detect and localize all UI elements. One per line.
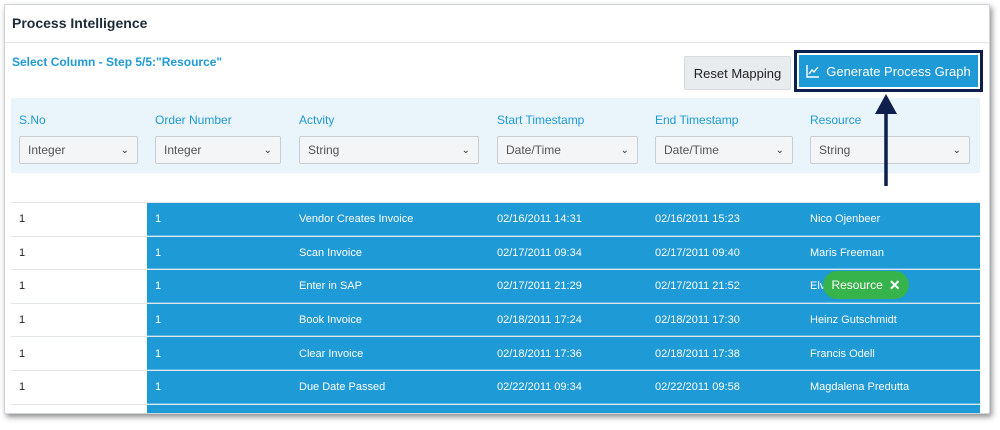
table-row[interactable]	[11, 403, 980, 413]
cell-start-timestamp: 02/17/2011 21:29	[497, 280, 582, 293]
cell-end-timestamp: 02/16/2011 15:23	[655, 213, 740, 226]
type-select-value: Date/Time	[506, 143, 561, 157]
generate-button-label: Generate Process Graph	[826, 63, 971, 79]
selected-row-highlight	[147, 404, 980, 413]
column-header-start-timestamp: Start Timestamp	[497, 113, 585, 127]
data-table: 1 1 Vendor Creates Invoice 02/16/2011 14…	[11, 202, 980, 413]
cell-order-number: 1	[155, 381, 162, 394]
app-title: Process Intelligence	[12, 15, 148, 31]
cell-start-timestamp: 02/18/2011 17:24	[497, 314, 582, 327]
process-intelligence-panel: Process Intelligence Select Column - Ste…	[4, 4, 990, 414]
generate-button-highlight: Generate Process Graph	[794, 50, 983, 92]
type-select-value: String	[308, 143, 340, 157]
type-select-value: Integer	[164, 143, 202, 157]
cell-start-timestamp: 02/17/2011 09:34	[497, 246, 582, 259]
cell-sno: 1	[11, 270, 147, 303]
table-row[interactable]: 1 1 Scan Invoice 02/17/2011 09:34 02/17/…	[11, 235, 980, 270]
type-select-value: String	[819, 143, 851, 157]
cell-end-timestamp: 02/18/2011 17:30	[655, 314, 740, 327]
chevron-down-icon: ⌄	[120, 144, 129, 156]
cell-end-timestamp: 02/22/2011 09:58	[655, 381, 740, 394]
table-row[interactable]: 1 1 Book Invoice 02/18/2011 17:24 02/18/…	[11, 302, 980, 337]
cell-activity: Clear Invoice	[299, 347, 364, 360]
generate-process-graph-button[interactable]: Generate Process Graph	[799, 55, 978, 87]
chevron-down-icon: ⌄	[461, 144, 470, 156]
type-select-value: Integer	[28, 143, 66, 157]
column-header-activity: Actvity	[299, 113, 335, 127]
cell-activity: Due Date Passed	[299, 381, 386, 394]
close-icon[interactable]: ✕	[889, 277, 901, 294]
resource-chip-label: Resource	[831, 278, 883, 292]
resource-chip[interactable]: Resource ✕	[823, 271, 909, 299]
type-select-end-timestamp[interactable]: Date/Time ⌄	[655, 136, 793, 164]
arrow-up-icon	[875, 94, 897, 186]
chevron-down-icon: ⌄	[775, 144, 784, 156]
cell-sno: 1	[11, 337, 147, 370]
cell-order-number: 1	[155, 246, 162, 259]
step-label: Select Column - Step 5/5:"Resource"	[12, 55, 223, 69]
cell-start-timestamp: 02/16/2011 14:31	[497, 213, 582, 226]
type-select-sno[interactable]: Integer ⌄	[19, 136, 138, 164]
column-header-sno: S.No	[19, 113, 46, 127]
cell-sno: 1	[11, 203, 147, 236]
type-select-value: Date/Time	[664, 143, 719, 157]
cell-resource: Maris Freeman	[810, 246, 884, 259]
cell-resource: Heinz Gutschmidt	[810, 314, 897, 327]
type-select-start-timestamp[interactable]: Date/Time ⌄	[497, 136, 638, 164]
cell-sno: 1	[11, 303, 147, 337]
cell-order-number: 1	[155, 314, 162, 327]
chevron-down-icon: ⌄	[620, 144, 629, 156]
line-chart-icon	[806, 65, 820, 78]
cell-sno	[11, 404, 147, 413]
chevron-down-icon: ⌄	[952, 144, 961, 156]
cell-activity: Vendor Creates Invoice	[299, 213, 414, 226]
title-divider	[5, 42, 989, 43]
column-mapping-area: S.No Order Number Actvity Start Timestam…	[11, 98, 980, 173]
type-select-order-number[interactable]: Integer ⌄	[155, 136, 281, 164]
column-header-end-timestamp: End Timestamp	[655, 113, 739, 127]
table-row[interactable]: 1 1 Due Date Passed 02/22/2011 09:34 02/…	[11, 369, 980, 404]
cell-start-timestamp: 02/22/2011 09:34	[497, 381, 582, 394]
type-select-activity[interactable]: String ⌄	[299, 136, 479, 164]
cell-order-number: 1	[155, 213, 162, 226]
table-row[interactable]: 1 1 Vendor Creates Invoice 02/16/2011 14…	[11, 202, 980, 236]
cell-sno: 1	[11, 370, 147, 404]
cell-order-number: 1	[155, 347, 162, 360]
column-header-order-number: Order Number	[155, 113, 232, 127]
cell-activity: Book Invoice	[299, 314, 362, 327]
cell-resource: Nico Ojenbeer	[810, 213, 881, 226]
cell-end-timestamp: 02/17/2011 09:40	[655, 246, 740, 259]
cell-end-timestamp: 02/17/2011 21:52	[655, 280, 740, 293]
chevron-down-icon: ⌄	[263, 144, 272, 156]
reset-mapping-button[interactable]: Reset Mapping	[684, 56, 791, 90]
cell-sno: 1	[11, 236, 147, 270]
table-row[interactable]: 1 1 Clear Invoice 02/18/2011 17:36 02/18…	[11, 336, 980, 370]
cell-order-number: 1	[155, 280, 162, 293]
cell-end-timestamp: 02/18/2011 17:38	[655, 347, 740, 360]
cell-start-timestamp: 02/18/2011 17:36	[497, 347, 582, 360]
cell-activity: Enter in SAP	[299, 280, 362, 293]
cell-resource: Magdalena Predutta	[810, 381, 910, 394]
column-header-resource: Resource	[810, 113, 862, 127]
cell-resource: Francis Odell	[810, 347, 875, 360]
cell-activity: Scan Invoice	[299, 246, 362, 259]
